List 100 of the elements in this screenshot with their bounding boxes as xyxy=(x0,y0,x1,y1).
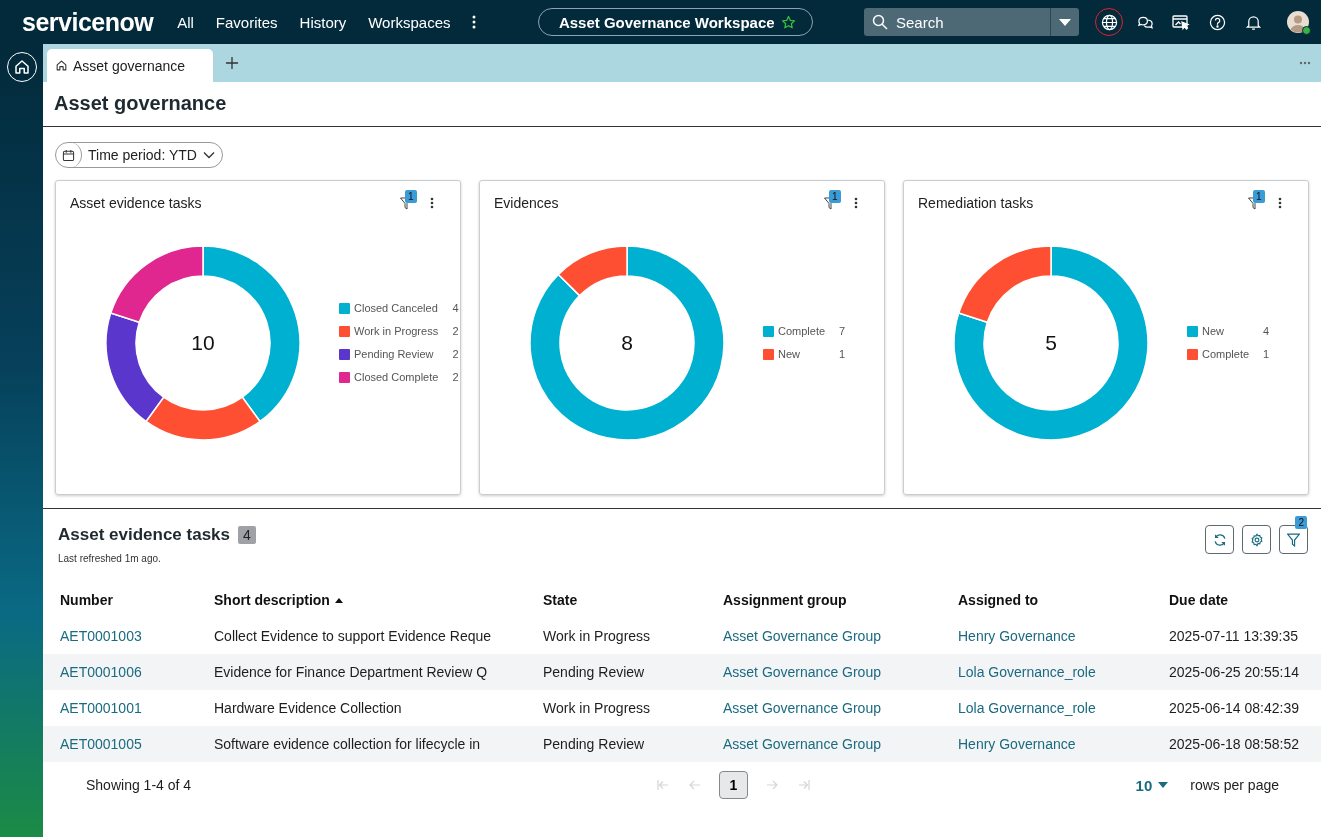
table-cell: 2025-07-11 13:39:35 xyxy=(1169,628,1298,644)
bell-icon xyxy=(1244,13,1262,31)
logo[interactable]: servicenow xyxy=(22,7,154,37)
legend-label: New xyxy=(1202,325,1225,337)
legend-value: 2 xyxy=(451,348,459,360)
last-refreshed-text: Last refreshed 1m ago. xyxy=(58,553,162,564)
column-header[interactable]: Due date xyxy=(1169,592,1229,608)
table-link[interactable]: AET0001001 xyxy=(60,700,142,716)
card-title: Evidences xyxy=(494,195,559,211)
donut-slice[interactable] xyxy=(953,244,1149,441)
table-cell: Hardware Evidence Collection xyxy=(214,700,402,716)
workspace-tab[interactable]: Asset governance xyxy=(47,49,214,82)
donut-slice[interactable] xyxy=(529,244,725,441)
filter-count-badge: 1 xyxy=(829,189,841,203)
record-count-badge: 4 xyxy=(238,526,256,544)
donut-slice[interactable] xyxy=(145,395,261,441)
legend-swatch xyxy=(339,371,350,383)
donut-total: 10 xyxy=(191,330,215,355)
home-button[interactable] xyxy=(6,52,37,82)
caret-icon xyxy=(1059,18,1071,26)
home-icon xyxy=(12,58,31,76)
caret-icon xyxy=(1158,782,1169,788)
column-header[interactable]: Short description xyxy=(214,592,343,608)
table-cell: Work in Progress xyxy=(543,700,651,716)
legend-swatch xyxy=(339,348,350,360)
person-silhouette-icon xyxy=(1287,11,1309,33)
screen-cursor-icon xyxy=(1172,13,1190,31)
help-icon xyxy=(1208,13,1226,31)
legend-value: 7 xyxy=(838,325,846,337)
rows-per-page-label: rows per page xyxy=(1190,777,1279,793)
legend-value: 2 xyxy=(451,371,459,383)
online-status-dot xyxy=(1302,26,1311,35)
nav-menu-item[interactable]: All xyxy=(177,13,194,31)
filter-count-badge: 1 xyxy=(405,189,417,203)
legend-swatch xyxy=(763,325,774,337)
legend-swatch xyxy=(339,302,350,314)
legend-swatch xyxy=(1187,325,1198,337)
table-link[interactable]: Asset Governance Group xyxy=(723,700,881,716)
search-scope-dropdown[interactable] xyxy=(1050,8,1079,36)
sort-ascending-icon xyxy=(334,597,343,603)
more-icon[interactable] xyxy=(472,15,477,29)
table-cell: Software evidence collection for lifecycle in xyxy=(214,736,481,752)
search-field[interactable]: Search xyxy=(864,8,1050,36)
legend-label: Work in Progress xyxy=(354,325,439,337)
donut-slice[interactable] xyxy=(557,244,628,296)
table-link[interactable]: Henry Governance xyxy=(958,628,1076,644)
legend-label: Complete xyxy=(1202,348,1250,360)
user-avatar[interactable] xyxy=(1287,11,1309,33)
filter-count-badge: 1 xyxy=(1253,189,1265,203)
refresh-icon xyxy=(1212,532,1227,547)
table-link[interactable]: Asset Governance Group xyxy=(723,628,881,644)
nav-menu-item[interactable]: Workspaces xyxy=(368,13,451,31)
table-cell: Pending Review xyxy=(543,664,645,680)
legend-value: 4 xyxy=(451,302,459,314)
settings-button[interactable] xyxy=(1242,525,1271,554)
nav-menu-item[interactable]: Favorites xyxy=(215,13,278,31)
table-link[interactable]: Lola Governance_role xyxy=(958,700,1096,716)
legend-swatch xyxy=(763,348,774,360)
search-icon xyxy=(872,14,888,30)
donut-slice[interactable] xyxy=(105,311,165,422)
legend-swatch xyxy=(339,325,350,337)
legend-label: Complete xyxy=(778,325,826,337)
legend-value: 1 xyxy=(838,348,846,360)
calendar-icon xyxy=(61,148,75,162)
filter-count-badge: 2 xyxy=(1295,516,1307,529)
plus-icon[interactable] xyxy=(226,57,239,69)
legend-value: 2 xyxy=(451,325,459,337)
star-icon xyxy=(780,14,796,30)
card-title: Asset evidence tasks xyxy=(70,195,202,211)
column-header[interactable]: Assigned to xyxy=(958,592,1039,608)
column-header[interactable]: State xyxy=(543,592,578,608)
legend-swatch xyxy=(1187,348,1198,360)
filter-icon xyxy=(1287,532,1300,547)
table-link[interactable]: AET0001003 xyxy=(60,628,142,644)
settings-icon xyxy=(1249,532,1264,547)
card-title: Remediation tasks xyxy=(918,195,1034,211)
donut-slice[interactable] xyxy=(110,244,204,323)
table-cell: 2025-06-14 08:42:39 xyxy=(1169,700,1299,716)
chevron-down-icon xyxy=(202,151,215,159)
donut-slice[interactable] xyxy=(958,244,1052,323)
nav-menu-item[interactable]: History xyxy=(299,13,347,31)
column-header[interactable]: Number xyxy=(60,592,113,608)
more-icon[interactable] xyxy=(854,197,858,209)
rows-per-page-dropdown[interactable]: 10 xyxy=(1135,776,1169,794)
more-icon[interactable] xyxy=(1278,197,1282,209)
table-cell: 2025-06-25 20:55:14 xyxy=(1169,664,1299,680)
home-icon xyxy=(55,59,68,72)
legend-value: 4 xyxy=(1262,325,1270,337)
table-cell: Work in Progress xyxy=(543,628,651,644)
legend-label: New xyxy=(778,348,801,360)
legend-value: 1 xyxy=(1262,348,1270,360)
column-header[interactable]: Assignment group xyxy=(723,592,847,608)
refresh-button[interactable] xyxy=(1205,525,1234,554)
donut-total: 5 xyxy=(1045,330,1057,355)
legend-label: Pending Review xyxy=(354,348,435,360)
page-button[interactable]: 1 xyxy=(718,771,748,799)
filter-button[interactable] xyxy=(1279,525,1308,554)
page-title: Asset governance xyxy=(43,82,1321,127)
more-icon[interactable] xyxy=(430,197,434,209)
time-period-filter[interactable]: Time period: YTD xyxy=(55,142,223,168)
